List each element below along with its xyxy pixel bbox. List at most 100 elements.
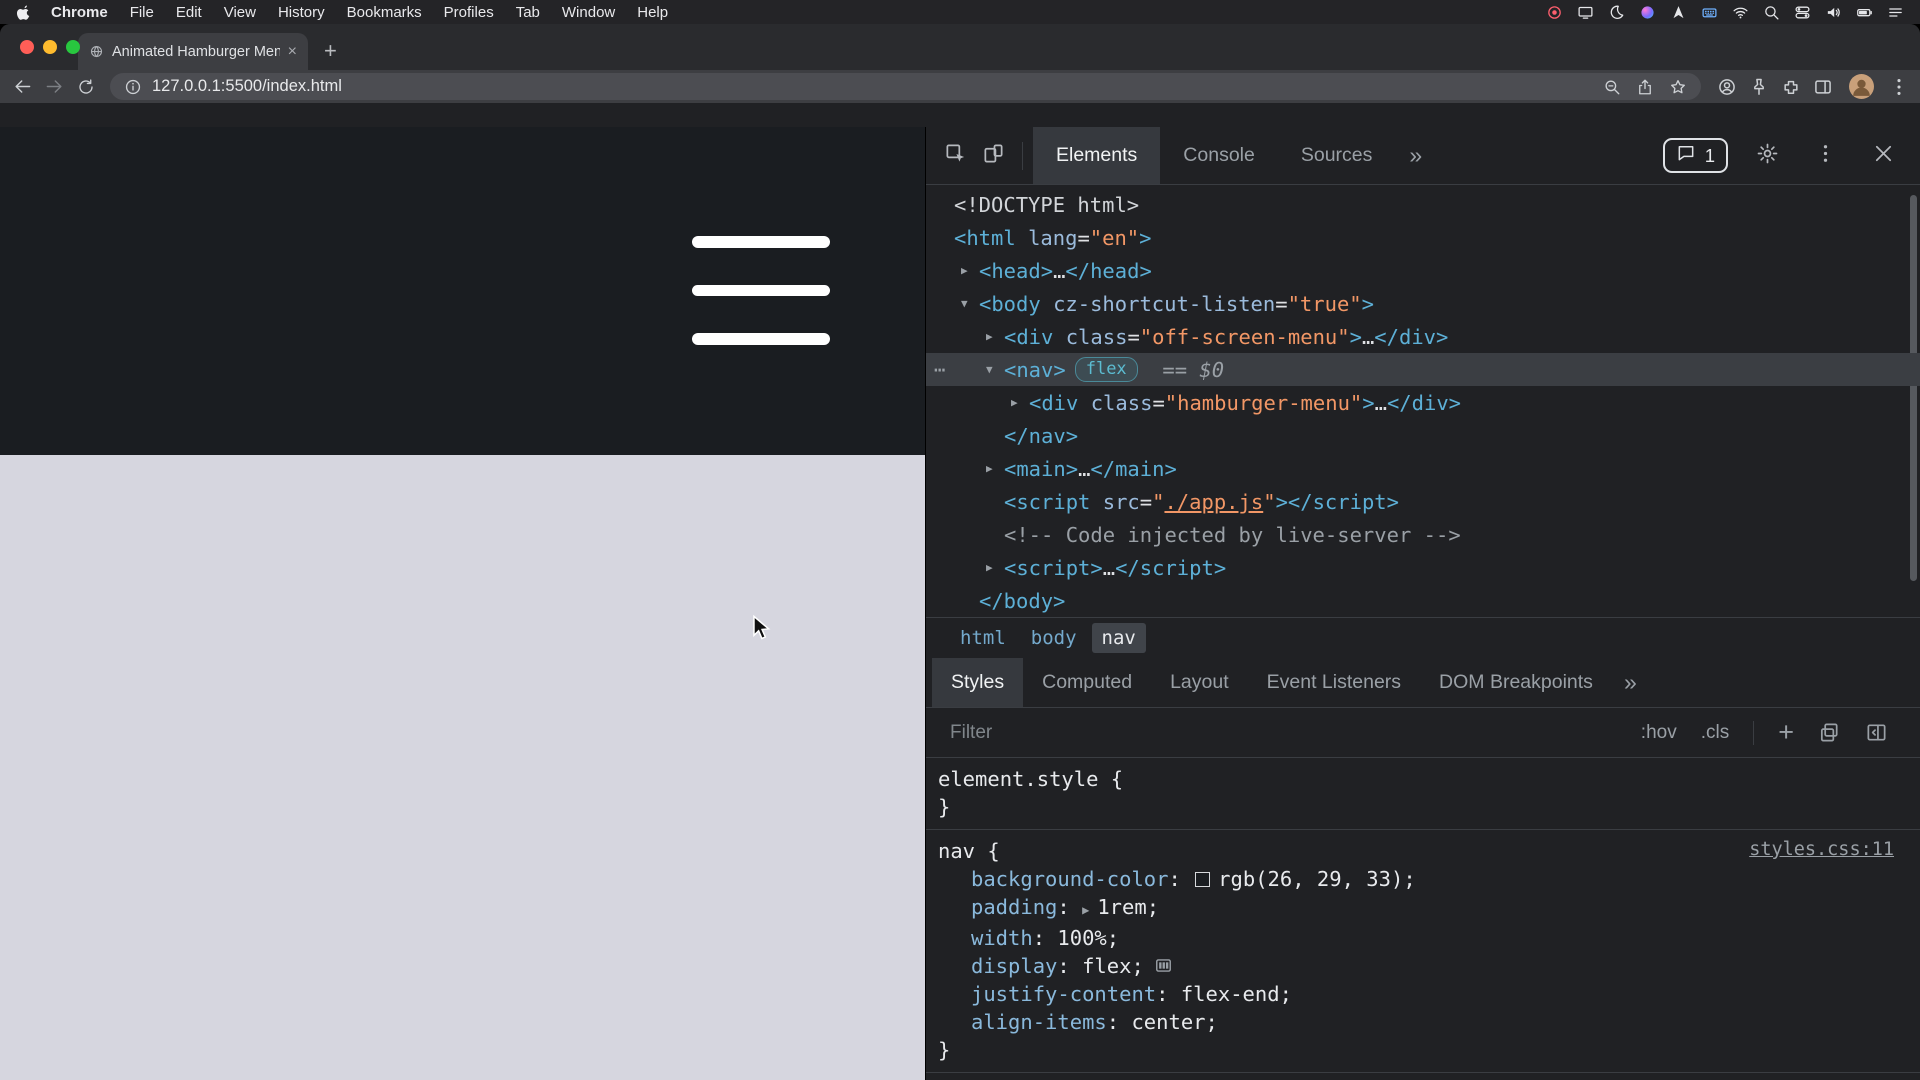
dom-tree-row[interactable]: </nav>	[926, 419, 1920, 452]
hamburger-menu[interactable]	[692, 236, 830, 345]
dom-tree-row[interactable]: ▶<script>…</script>	[926, 551, 1920, 584]
devtools-settings-button[interactable]	[1748, 138, 1786, 174]
twisty-icon[interactable]: ▶	[1011, 396, 1029, 409]
reload-button[interactable]	[72, 73, 100, 100]
copy-styles-icon[interactable]	[1818, 721, 1841, 744]
menubar-item-bookmarks[interactable]: Bookmarks	[336, 4, 433, 21]
browser-tab[interactable]: Animated Hamburger Menu ×	[78, 33, 308, 70]
focus-icon[interactable]	[1608, 4, 1625, 21]
keyboard-icon[interactable]	[1701, 4, 1718, 21]
breadcrumb-html[interactable]: html	[950, 623, 1016, 653]
control-center-icon[interactable]	[1794, 4, 1811, 21]
apple-menu-icon[interactable]	[16, 4, 32, 21]
styles-tab-layout[interactable]: Layout	[1151, 658, 1248, 707]
dom-tree-row[interactable]: ▶<div class="off-screen-menu">…</div>	[926, 320, 1920, 353]
back-button[interactable]	[8, 73, 36, 100]
css-property-row[interactable]: width: 100%;	[938, 924, 1920, 952]
twisty-icon[interactable]: ▼	[961, 297, 979, 310]
breadcrumb-body[interactable]: body	[1021, 623, 1087, 653]
inspect-element-button[interactable]	[936, 138, 974, 174]
devtools-menu-button[interactable]	[1806, 138, 1844, 174]
css-property-row[interactable]: padding: ▶1rem;	[938, 893, 1920, 924]
dom-tree-row[interactable]: ▶<head>…</head>	[926, 254, 1920, 287]
css-property-row[interactable]: display: flex;	[938, 952, 1920, 980]
row-actions-icon[interactable]: ⋯	[934, 359, 945, 381]
menubar-item-history[interactable]: History	[267, 4, 336, 21]
location-icon[interactable]	[1670, 4, 1687, 21]
volume-icon[interactable]	[1825, 4, 1842, 21]
dom-tree-row[interactable]: <script src="./app.js"></script>	[926, 485, 1920, 518]
menu-list-icon[interactable]	[1887, 4, 1904, 21]
profile-avatar[interactable]	[1849, 74, 1874, 99]
menubar-item-edit[interactable]: Edit	[165, 4, 213, 21]
devtools-close-button[interactable]	[1864, 138, 1902, 174]
menubar-item-tab[interactable]: Tab	[505, 4, 551, 21]
css-property-row[interactable]: align-items: center;	[938, 1008, 1920, 1036]
forward-button[interactable]	[40, 73, 68, 100]
device-toolbar-button[interactable]	[974, 138, 1012, 174]
flex-editor-icon[interactable]	[1153, 954, 1174, 973]
toggle-element-state-button[interactable]: :hov	[1641, 722, 1677, 744]
twisty-icon[interactable]: ▶	[961, 264, 979, 277]
rule-selector-line[interactable]: element.style {	[938, 765, 1920, 793]
dom-tree-row[interactable]: <!DOCTYPE html>	[926, 188, 1920, 221]
menubar-item-profiles[interactable]: Profiles	[433, 4, 505, 21]
dom-tree-row[interactable]: ▶<main>…</main>	[926, 452, 1920, 485]
menubar-item-chrome[interactable]: Chrome	[40, 4, 119, 21]
dom-tree-row[interactable]: </body>	[926, 584, 1920, 617]
stylesheet-link[interactable]: styles.css:11	[1749, 839, 1894, 860]
browser-menu-kebab-icon[interactable]	[1888, 76, 1910, 98]
new-tab-button[interactable]: +	[324, 40, 337, 62]
siri-icon[interactable]	[1639, 4, 1656, 21]
menubar-item-window[interactable]: Window	[551, 4, 626, 21]
side-panel-icon[interactable]	[1813, 77, 1833, 97]
pin-icon[interactable]	[1749, 77, 1769, 97]
share-icon[interactable]	[1636, 78, 1654, 96]
extensions-puzzle-icon[interactable]	[1781, 77, 1801, 97]
dom-tree-row[interactable]: <html lang="en">	[926, 221, 1920, 254]
css-property-row[interactable]: background-color: rgb(26, 29, 33);	[938, 865, 1920, 893]
display-icon[interactable]	[1577, 4, 1594, 21]
dock-sidebar-icon[interactable]	[1865, 721, 1888, 744]
color-swatch[interactable]	[1195, 872, 1210, 887]
battery-icon[interactable]	[1856, 4, 1873, 21]
bookmark-star-icon[interactable]	[1669, 78, 1687, 96]
dom-tree-row[interactable]: ▶<div class="hamburger-menu">…</div>	[926, 386, 1920, 419]
zoom-icon[interactable]	[1603, 78, 1621, 96]
styles-tab-computed[interactable]: Computed	[1023, 658, 1151, 707]
screen-recording-icon[interactable]	[1546, 4, 1563, 21]
twisty-icon[interactable]: ▶	[986, 561, 1004, 574]
twisty-icon[interactable]: ▼	[986, 363, 1004, 376]
styles-filter-input[interactable]: Filter	[950, 722, 1617, 744]
wifi-icon[interactable]	[1732, 4, 1749, 21]
twisty-icon[interactable]: ▶	[986, 330, 1004, 343]
menubar-item-view[interactable]: View	[213, 4, 267, 21]
devtools-tab-console[interactable]: Console	[1160, 127, 1278, 184]
window-minimize-button[interactable]	[43, 40, 57, 54]
more-tabs-button[interactable]: »	[1395, 142, 1436, 169]
styles-more-tabs-button[interactable]: »	[1612, 669, 1649, 696]
flex-badge[interactable]: flex	[1075, 357, 1138, 382]
token-link[interactable]: ./app.js	[1164, 490, 1263, 514]
dom-tree-row[interactable]: <!-- Code injected by live-server -->	[926, 518, 1920, 551]
window-close-button[interactable]	[20, 40, 34, 54]
dom-tree-row[interactable]: ⋯▼<nav>flex == $0	[926, 353, 1920, 386]
menubar-item-help[interactable]: Help	[626, 4, 679, 21]
styles-tab-styles[interactable]: Styles	[932, 658, 1023, 707]
account-extension-icon[interactable]	[1717, 77, 1737, 97]
twisty-icon[interactable]: ▶	[986, 462, 1004, 475]
element-classes-button[interactable]: .cls	[1701, 722, 1730, 744]
issues-button[interactable]: 1	[1663, 138, 1728, 173]
new-style-rule-button[interactable]: +	[1778, 719, 1794, 746]
dom-tree-row[interactable]: ▼<body cz-shortcut-listen="true">	[926, 287, 1920, 320]
tab-close-icon[interactable]: ×	[288, 44, 297, 60]
styles-tab-dom-breakpoints[interactable]: DOM Breakpoints	[1420, 658, 1612, 707]
breadcrumb-nav[interactable]: nav	[1092, 623, 1146, 653]
devtools-tab-sources[interactable]: Sources	[1278, 127, 1396, 184]
address-bar[interactable]: 127.0.0.1:5500/index.html	[110, 73, 1701, 100]
devtools-tab-elements[interactable]: Elements	[1033, 127, 1160, 184]
css-property-row[interactable]: justify-content: flex-end;	[938, 980, 1920, 1008]
window-zoom-button[interactable]	[66, 40, 80, 54]
menubar-item-file[interactable]: File	[119, 4, 165, 21]
styles-tab-event-listeners[interactable]: Event Listeners	[1248, 658, 1420, 707]
